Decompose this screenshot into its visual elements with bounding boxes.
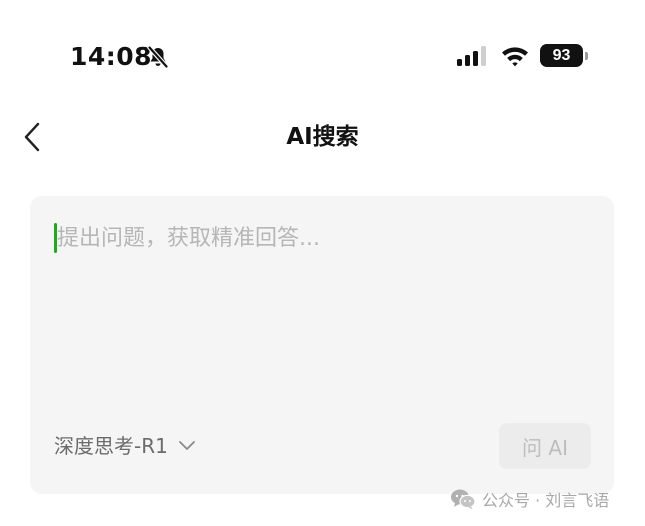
chevron-down-icon bbox=[178, 441, 195, 450]
status-time: 14:08 bbox=[70, 42, 153, 71]
cellular-signal-icon bbox=[457, 46, 486, 66]
ask-ai-button[interactable]: 问 AI bbox=[499, 423, 591, 469]
battery-tip bbox=[585, 52, 588, 60]
battery-icon: 93 bbox=[540, 44, 590, 68]
model-selector[interactable]: 深度思考-R1 bbox=[54, 430, 196, 462]
model-label: 深度思考-R1 bbox=[54, 434, 168, 458]
wechat-icon bbox=[451, 489, 476, 510]
bell-slash-icon bbox=[147, 45, 169, 69]
battery-level: 93 bbox=[540, 44, 583, 67]
page-title: AI搜索 bbox=[286, 124, 359, 150]
wifi-icon bbox=[502, 47, 528, 67]
watermark: 公众号 · 刘言飞语 bbox=[450, 486, 609, 512]
watermark-text: 公众号 · 刘言飞语 bbox=[482, 491, 610, 510]
search-input[interactable] bbox=[54, 218, 587, 258]
search-card: 深度思考-R1 问 AI bbox=[30, 196, 614, 494]
